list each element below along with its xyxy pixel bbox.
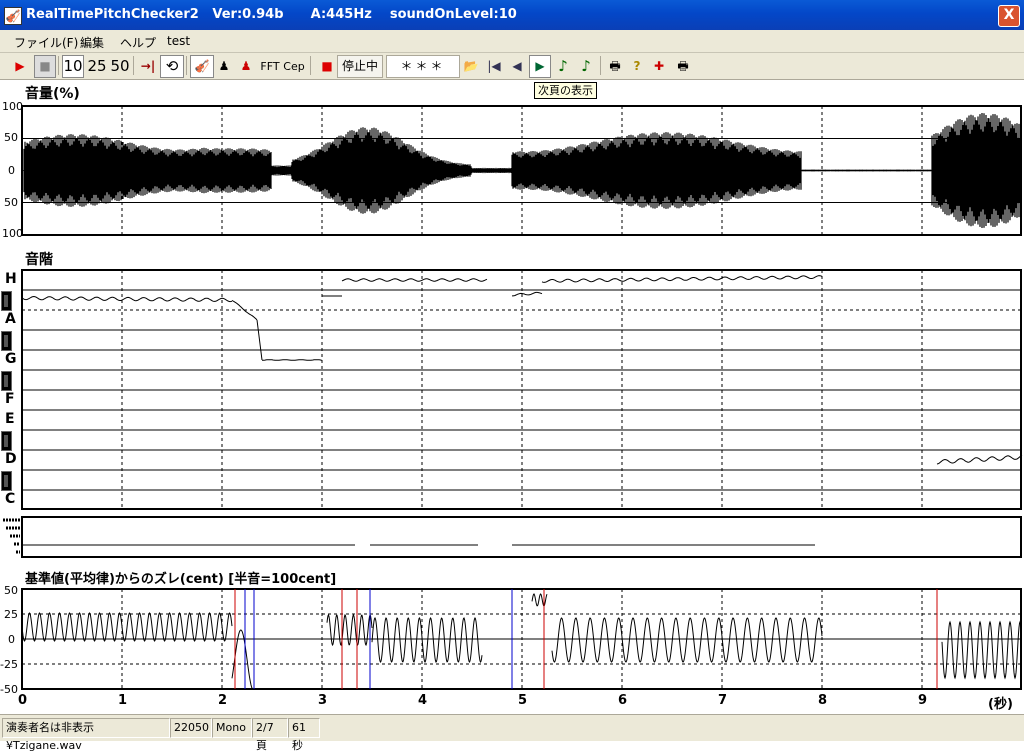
jump-end-icon[interactable]: →| xyxy=(137,55,159,78)
lane-ticks xyxy=(3,518,20,554)
player-red-icon[interactable]: ♟ xyxy=(236,55,256,78)
pitch-panel-label: 音階 xyxy=(25,252,53,268)
x-axis-unit: (秒) xyxy=(988,697,1013,712)
note-display: ＊＊＊ xyxy=(386,55,460,78)
speed-10-button[interactable]: 10 xyxy=(62,55,84,78)
note-label: F xyxy=(5,391,15,407)
menu-edit[interactable]: 編集 xyxy=(80,34,104,51)
note-label: G xyxy=(5,351,17,367)
record-icon[interactable]: ■ xyxy=(317,55,337,78)
speed-25-button[interactable]: 25 xyxy=(85,55,109,78)
analysis-graphs xyxy=(3,105,1023,690)
cent-panel-label: 基準値(平均律)からのズレ(cent) [半音=100cent] xyxy=(25,572,337,587)
status-channels: Mono xyxy=(212,718,252,738)
first-page-icon[interactable]: |◀ xyxy=(483,55,505,78)
x-tick: 0 xyxy=(18,693,28,708)
title-bar: 🎻 RealTimePitchChecker2 Ver:0.94b A:445H… xyxy=(0,0,1024,30)
toolbar: ▶ ■ 10 25 50 →| ⟲ 🎻 ♟ ♟ FFT Cep ■ 停止中 ＊＊… xyxy=(0,53,1024,80)
note-label: C xyxy=(5,491,16,507)
settings-icon[interactable]: ✚ xyxy=(648,55,670,78)
violin-icon[interactable]: 🎻 xyxy=(190,55,214,78)
note-green-2-icon[interactable]: ♪ xyxy=(575,55,597,78)
next-page-tooltip: 次頁の表示 xyxy=(534,82,597,99)
status-duration: 61秒 xyxy=(288,718,320,752)
next-page-icon[interactable]: ▶ xyxy=(529,55,551,78)
x-tick: 6 xyxy=(618,693,628,708)
volume-plot-frame xyxy=(21,105,1022,236)
x-tick: 1 xyxy=(118,693,128,708)
stop-button[interactable]: ■ xyxy=(34,55,56,78)
loop-icon[interactable]: ⟲ xyxy=(160,55,184,78)
print-alt-icon[interactable]: 🖶 xyxy=(672,55,694,78)
open-folder-icon[interactable]: 📂 xyxy=(460,55,482,78)
x-tick: 4 xyxy=(418,693,428,708)
prev-page-icon[interactable]: ◀ xyxy=(506,55,528,78)
status-page: 2/7頁 xyxy=(252,718,288,752)
menu-help[interactable]: ヘルプ xyxy=(120,34,156,51)
black-key-icon xyxy=(1,371,12,391)
pitch-trace xyxy=(21,275,1023,465)
note-green-icon[interactable]: ♪ xyxy=(552,55,574,78)
menu-test[interactable]: test xyxy=(167,34,190,48)
x-tick: 3 xyxy=(318,693,328,708)
speed-50-button[interactable]: 50 xyxy=(108,55,132,78)
print-icon[interactable]: 🖶 xyxy=(604,55,626,78)
status-bar: 演奏者名は非表示¥Tzigane.wav 22050 Mono 2/7頁 61秒 xyxy=(0,714,1024,752)
status-display: 停止中 xyxy=(337,55,383,78)
note-label: D xyxy=(5,451,17,467)
x-tick: 2 xyxy=(218,693,228,708)
x-tick: 9 xyxy=(918,693,928,708)
lane-plot-frame xyxy=(21,516,1022,558)
close-button[interactable]: X xyxy=(998,5,1020,27)
note-label: H xyxy=(5,271,17,287)
cep-button[interactable]: Cep xyxy=(282,55,306,78)
pitch-plot-frame xyxy=(21,269,1022,510)
black-key-icon xyxy=(1,291,12,311)
menu-file[interactable]: ファイル(F) xyxy=(14,34,78,51)
status-rate: 22050 xyxy=(170,718,212,738)
fft-button[interactable]: FFT xyxy=(258,55,282,78)
menu-bar: ファイル(F) 編集 ヘルプ test xyxy=(0,30,1024,53)
black-key-icon xyxy=(1,471,12,491)
player-icon[interactable]: ♟ xyxy=(214,55,234,78)
volume-panel-label: 音量(%) xyxy=(25,86,80,102)
app-icon: 🎻 xyxy=(4,7,22,25)
x-tick: 5 xyxy=(518,693,528,708)
x-tick: 8 xyxy=(818,693,828,708)
window-title: RealTimePitchChecker2 Ver:0.94b A:445Hz … xyxy=(26,7,517,22)
help-icon[interactable]: ? xyxy=(627,55,647,78)
cent-trace xyxy=(21,593,1022,689)
play-button[interactable]: ▶ xyxy=(10,55,30,78)
x-tick: 7 xyxy=(718,693,728,708)
cent-plot-frame xyxy=(21,588,1022,690)
volume-waveform xyxy=(23,113,1021,228)
black-key-icon xyxy=(1,331,12,351)
black-key-icon xyxy=(1,431,12,451)
note-label: E xyxy=(5,411,15,427)
note-label: A xyxy=(5,311,16,327)
status-file: 演奏者名は非表示¥Tzigane.wav xyxy=(2,718,170,752)
